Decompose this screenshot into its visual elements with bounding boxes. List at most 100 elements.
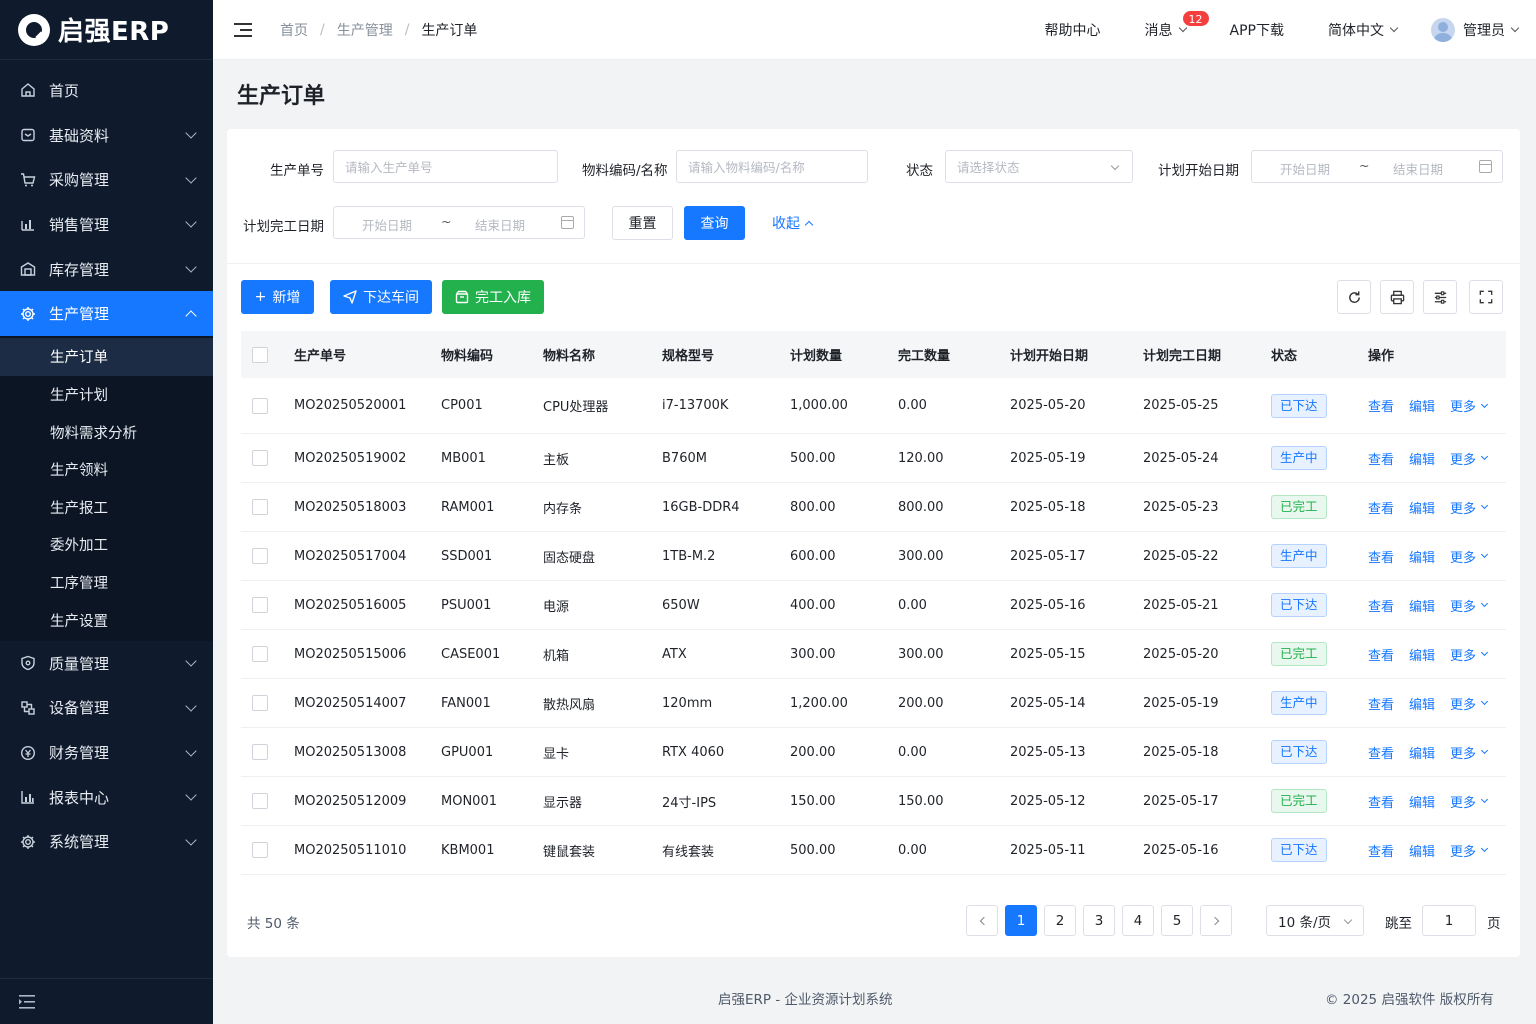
more-actions-dropdown[interactable]: 更多 <box>1450 792 1489 811</box>
sidebar-item-5[interactable]: 生产管理 <box>0 291 213 337</box>
page-5-button[interactable]: 5 <box>1161 905 1193 936</box>
breadcrumb-home[interactable]: 首页 <box>280 20 308 40</box>
more-actions-dropdown[interactable]: 更多 <box>1450 694 1489 713</box>
table-row[interactable]: MO20250516005 PSU001 电源 650W 400.00 0.00 2025-… <box>241 581 1506 630</box>
table-row[interactable]: MO20250517004 SSD001 固态硬盘 1TB-M.2 600.00 300.… <box>241 532 1506 581</box>
submenu-item-6[interactable]: 工序管理 <box>0 564 213 602</box>
row-checkbox[interactable] <box>252 450 268 466</box>
edit-link[interactable]: 编辑 <box>1409 743 1435 762</box>
row-checkbox[interactable] <box>252 597 268 613</box>
col-material-code[interactable]: 物料编码 <box>441 345 543 364</box>
row-checkbox[interactable] <box>252 744 268 760</box>
edit-link[interactable]: 编辑 <box>1409 596 1435 615</box>
submenu-item-7[interactable]: 生产设置 <box>0 601 213 639</box>
more-actions-dropdown[interactable]: 更多 <box>1450 396 1489 415</box>
table-row[interactable]: MO20250515006 CASE001 机箱 ATX 300.00 300.00 202… <box>241 630 1506 679</box>
edit-link[interactable]: 编辑 <box>1409 792 1435 811</box>
sidebar-item-4[interactable]: 库存管理 <box>0 247 213 292</box>
plan-start-range[interactable]: 开始日期 ~ 结束日期 <box>1251 150 1503 183</box>
more-actions-dropdown[interactable]: 更多 <box>1450 498 1489 517</box>
sidebar-item-1[interactable]: 基础资料 <box>0 113 213 158</box>
table-row[interactable]: MO20250511010 KBM001 键鼠套装 有线套装 500.00 0.00 202… <box>241 826 1506 875</box>
table-row[interactable]: MO20250520001 CP001 CPU处理器 i7-13700K 1,000.0… <box>241 378 1506 434</box>
fullscreen-button[interactable] <box>1469 280 1503 314</box>
submenu-item-0[interactable]: 生产订单 <box>0 338 213 376</box>
user-menu[interactable]: 管理员 <box>1431 17 1520 42</box>
select-all-checkbox[interactable] <box>252 346 268 363</box>
sidebar-item-6[interactable]: 质量管理 <box>0 641 213 686</box>
edit-link[interactable]: 编辑 <box>1409 694 1435 713</box>
view-link[interactable]: 查看 <box>1368 645 1394 664</box>
col-material-name[interactable]: 物料名称 <box>543 345 662 364</box>
col-spec[interactable]: 规格型号 <box>662 345 790 364</box>
view-link[interactable]: 查看 <box>1368 841 1394 860</box>
sidebar-item-2[interactable]: 采购管理 <box>0 157 213 202</box>
status-select[interactable]: 请选择状态 <box>945 150 1133 183</box>
search-button[interactable]: 查询 <box>684 206 745 240</box>
page-size-select[interactable]: 10 条/页 <box>1266 905 1364 936</box>
view-link[interactable]: 查看 <box>1368 498 1394 517</box>
row-checkbox[interactable] <box>252 793 268 809</box>
more-actions-dropdown[interactable]: 更多 <box>1450 547 1489 566</box>
more-actions-dropdown[interactable]: 更多 <box>1450 743 1489 762</box>
page-2-button[interactable]: 2 <box>1044 905 1076 936</box>
view-link[interactable]: 查看 <box>1368 396 1394 415</box>
edit-link[interactable]: 编辑 <box>1409 841 1435 860</box>
table-row[interactable]: MO20250518003 RAM001 内存条 16GB-DDR4 800.00 800… <box>241 483 1506 532</box>
refresh-button[interactable] <box>1337 280 1371 314</box>
sidebar-item-8[interactable]: 财务管理 <box>0 730 213 775</box>
more-actions-dropdown[interactable]: 更多 <box>1450 449 1489 468</box>
more-actions-dropdown[interactable]: 更多 <box>1450 841 1489 860</box>
sidebar-item-9[interactable]: 报表中心 <box>0 775 213 820</box>
collapse-sidebar-button[interactable] <box>0 978 213 1024</box>
language-select[interactable]: 简体中文 <box>1328 20 1399 40</box>
sidebar-item-10[interactable]: 系统管理 <box>0 820 213 865</box>
jump-page-input[interactable] <box>1422 905 1476 936</box>
reset-button[interactable]: 重置 <box>612 206 673 240</box>
page-3-button[interactable]: 3 <box>1083 905 1115 936</box>
col-order-no[interactable]: 生产单号 <box>294 345 441 364</box>
row-checkbox[interactable] <box>252 499 268 515</box>
row-checkbox[interactable] <box>252 548 268 564</box>
add-button[interactable]: + 新增 <box>241 280 314 314</box>
edit-link[interactable]: 编辑 <box>1409 547 1435 566</box>
order-no-input[interactable]: 请输入生产单号 <box>333 150 558 183</box>
page-4-button[interactable]: 4 <box>1122 905 1154 936</box>
submenu-item-4[interactable]: 生产报工 <box>0 489 213 527</box>
prev-page-button[interactable] <box>966 905 998 936</box>
submenu-item-2[interactable]: 物料需求分析 <box>0 413 213 451</box>
sidebar-item-7[interactable]: 设备管理 <box>0 686 213 731</box>
row-checkbox[interactable] <box>252 646 268 662</box>
col-status[interactable]: 状态 <box>1271 345 1368 364</box>
edit-link[interactable]: 编辑 <box>1409 449 1435 468</box>
view-link[interactable]: 查看 <box>1368 743 1394 762</box>
column-settings-button[interactable] <box>1423 280 1457 314</box>
collapse-button[interactable]: 收起 <box>762 206 822 240</box>
edit-link[interactable]: 编辑 <box>1409 498 1435 517</box>
messages-menu[interactable]: 消息 12 <box>1145 9 1210 40</box>
print-button[interactable] <box>1380 280 1414 314</box>
row-checkbox[interactable] <box>252 695 268 711</box>
col-plan-end[interactable]: 计划完工日期 <box>1143 345 1271 364</box>
submenu-item-3[interactable]: 生产领料 <box>0 451 213 489</box>
more-actions-dropdown[interactable]: 更多 <box>1450 645 1489 664</box>
col-plan-start[interactable]: 计划开始日期 <box>1010 345 1143 364</box>
next-page-button[interactable] <box>1200 905 1232 936</box>
help-center-link[interactable]: 帮助中心 <box>1045 20 1101 40</box>
view-link[interactable]: 查看 <box>1368 792 1394 811</box>
material-input[interactable]: 请输入物料编码/名称 <box>676 150 868 183</box>
col-done-qty[interactable]: 完工数量 <box>898 345 1010 364</box>
table-row[interactable]: MO20250519002 MB001 主板 B760M 500.00 120.00 202… <box>241 434 1506 483</box>
plan-end-range[interactable]: 开始日期 ~ 结束日期 <box>333 206 585 239</box>
table-row[interactable]: MO20250513008 GPU001 显卡 RTX 4060 200.00 0.00 2… <box>241 728 1506 777</box>
submenu-item-1[interactable]: 生产计划 <box>0 376 213 414</box>
view-link[interactable]: 查看 <box>1368 449 1394 468</box>
col-plan-qty[interactable]: 计划数量 <box>790 345 898 364</box>
app-download-link[interactable]: APP下载 <box>1230 20 1284 40</box>
submenu-item-5[interactable]: 委外加工 <box>0 526 213 564</box>
complete-stock-in-button[interactable]: 完工入库 <box>442 280 544 314</box>
dispatch-button[interactable]: 下达车间 <box>330 280 432 314</box>
more-actions-dropdown[interactable]: 更多 <box>1450 596 1489 615</box>
view-link[interactable]: 查看 <box>1368 694 1394 713</box>
view-link[interactable]: 查看 <box>1368 596 1394 615</box>
